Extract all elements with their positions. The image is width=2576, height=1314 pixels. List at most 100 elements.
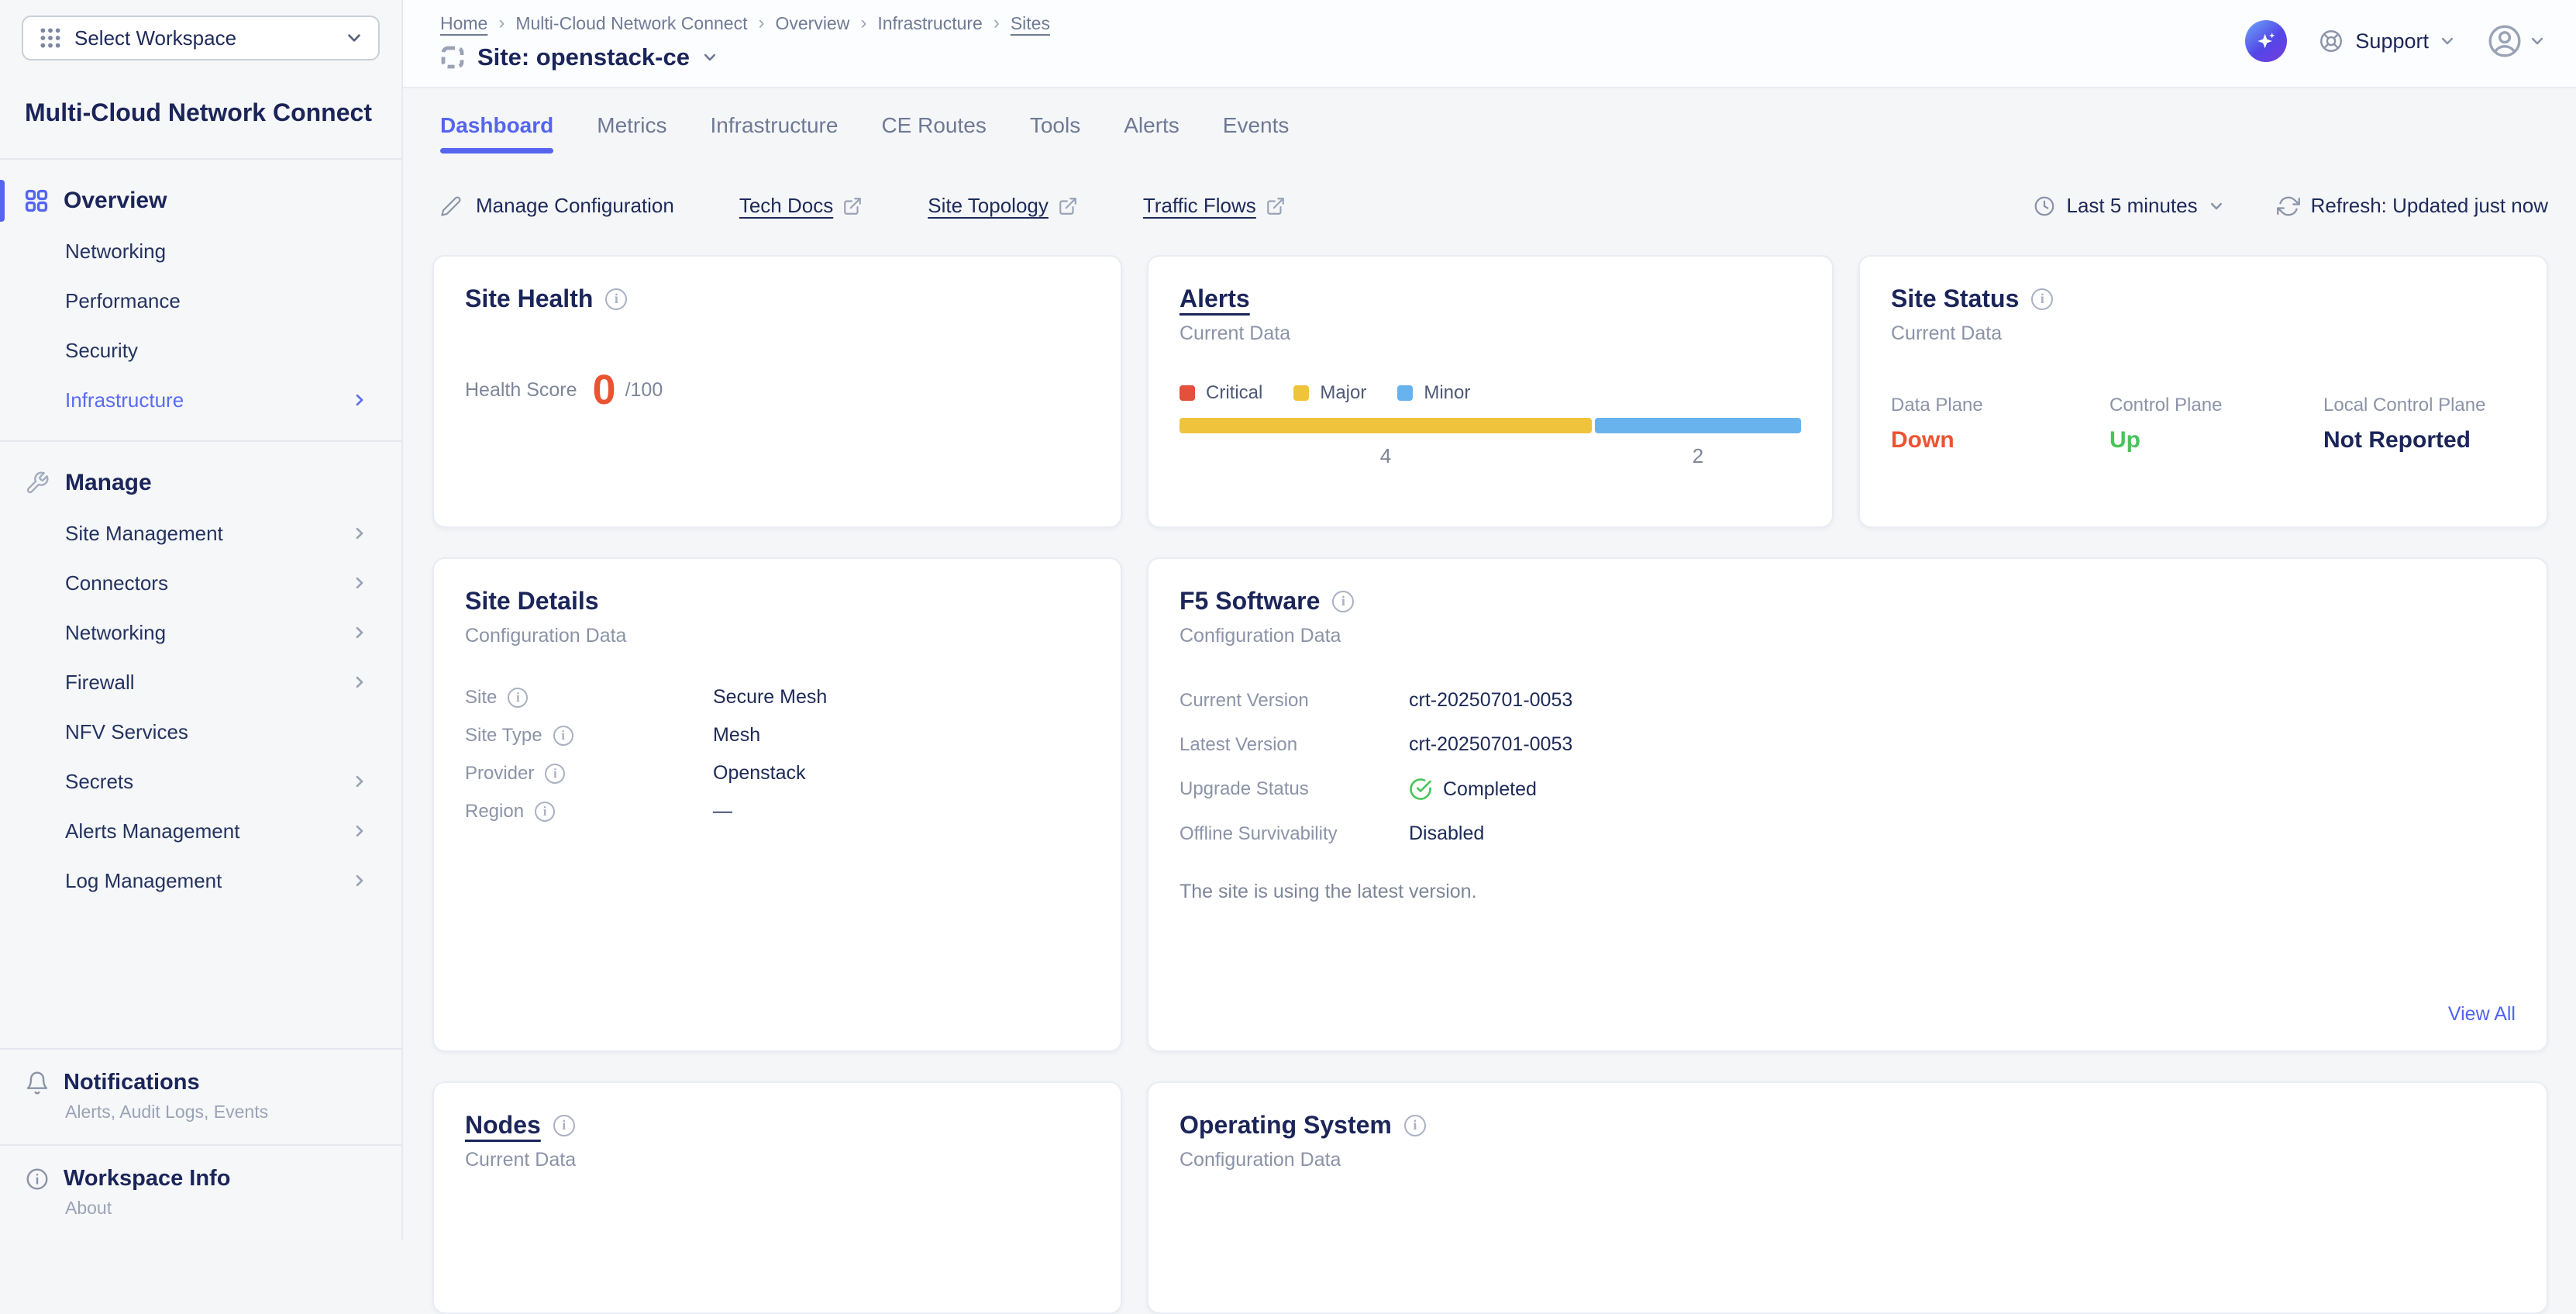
- legend-critical-swatch: [1180, 385, 1195, 401]
- sidebar-notifications[interactable]: Notifications Alerts, Audit Logs, Events: [0, 1050, 401, 1144]
- tab-events[interactable]: Events: [1223, 113, 1290, 153]
- ai-assistant-button[interactable]: [2245, 20, 2287, 62]
- manage-configuration-button[interactable]: Manage Configuration: [440, 194, 674, 218]
- support-menu[interactable]: Support: [2318, 28, 2455, 54]
- refresh-icon: [2277, 195, 2300, 218]
- sidebar-item-alerts-management[interactable]: Alerts Management: [0, 806, 401, 856]
- time-range-label: Last 5 minutes: [2067, 194, 2198, 218]
- nodes-card: Nodes i Current Data: [432, 1081, 1122, 1314]
- chevron-right-icon: [352, 823, 367, 839]
- sidebar-item-security[interactable]: Security: [0, 326, 401, 375]
- alerts-subtitle: Current Data: [1180, 322, 1801, 345]
- site-health-title: Site Health: [465, 285, 593, 313]
- f5-software-rows: Current Version crt-20250701-0053 Latest…: [1180, 678, 2516, 856]
- health-score-value: 0: [593, 369, 616, 411]
- chevron-down-icon[interactable]: [702, 50, 718, 65]
- bar-segment-minor[interactable]: [1595, 418, 1801, 433]
- breadcrumb-separator: ›: [758, 12, 764, 34]
- account-menu[interactable]: [2486, 22, 2545, 60]
- breadcrumb-item[interactable]: Infrastructure: [877, 13, 983, 34]
- alerts-title-link[interactable]: Alerts: [1180, 285, 1250, 313]
- sidebar-item-infrastructure[interactable]: Infrastructure: [0, 375, 401, 425]
- sidebar-item-networking-manage[interactable]: Networking: [0, 608, 401, 657]
- software-label: Latest Version: [1180, 734, 1297, 756]
- workspace-selector[interactable]: Select Workspace: [22, 16, 380, 60]
- sidebar-section-overview[interactable]: Overview: [0, 175, 401, 226]
- info-icon[interactable]: i: [1332, 591, 1354, 612]
- traffic-flows-link[interactable]: Traffic Flows: [1143, 194, 1286, 218]
- page-header: Home › Multi-Cloud Network Connect › Ove…: [403, 0, 2576, 88]
- sidebar-item-nfv-services[interactable]: NFV Services: [0, 707, 401, 757]
- nodes-title-link[interactable]: Nodes: [465, 1111, 541, 1140]
- manage-configuration-label: Manage Configuration: [476, 194, 674, 218]
- tab-dashboard[interactable]: Dashboard: [440, 113, 553, 153]
- info-icon[interactable]: i: [553, 1115, 575, 1136]
- app-root: Select Workspace Multi-Cloud Network Con…: [0, 0, 2576, 1240]
- workspace-title: Multi-Cloud Network Connect: [25, 91, 377, 133]
- sidebar-divider: [0, 440, 401, 442]
- chevron-right-icon: [352, 873, 367, 888]
- sidebar-item-networking[interactable]: Networking: [0, 226, 401, 276]
- legend-major: Major: [1293, 382, 1366, 404]
- chevron-down-icon: [2209, 198, 2224, 214]
- info-icon[interactable]: i: [535, 802, 555, 822]
- nav-item-label: Connectors: [65, 569, 168, 597]
- sidebar-item-connectors[interactable]: Connectors: [0, 558, 401, 608]
- sidebar-section-manage[interactable]: Manage: [0, 457, 401, 509]
- site-topology-link[interactable]: Site Topology: [928, 194, 1078, 218]
- site-details-rows: Sitei Secure Mesh Site Typei Mesh Provid…: [465, 678, 1090, 830]
- site-status-subtitle: Current Data: [1891, 322, 2516, 345]
- status-value: Up: [2109, 427, 2323, 454]
- info-icon[interactable]: i: [508, 688, 528, 708]
- breadcrumb-item[interactable]: Multi-Cloud Network Connect: [515, 13, 747, 34]
- external-link-icon: [1058, 196, 1078, 216]
- bar-segment-major[interactable]: [1180, 418, 1592, 433]
- sidebar-item-site-management[interactable]: Site Management: [0, 509, 401, 558]
- minor-count: 2: [1595, 444, 1801, 468]
- breadcrumb-separator: ›: [860, 12, 866, 34]
- info-icon[interactable]: i: [605, 288, 627, 310]
- site-status-card: Site Status i Current Data Data Plane Do…: [1858, 255, 2548, 528]
- tab-tools[interactable]: Tools: [1030, 113, 1080, 153]
- time-range-selector[interactable]: Last 5 minutes: [2033, 194, 2224, 218]
- sidebar-item-firewall[interactable]: Firewall: [0, 657, 401, 707]
- breadcrumb-sites[interactable]: Sites: [1011, 13, 1050, 34]
- nav-item-label: NFV Services: [65, 718, 188, 746]
- sidebar-item-performance[interactable]: Performance: [0, 276, 401, 326]
- overview-grid-icon: [25, 189, 48, 212]
- site-details-title: Site Details: [465, 587, 599, 616]
- chevron-down-icon: [346, 29, 363, 47]
- workspace-info-sublabel: About: [65, 1198, 377, 1219]
- sidebar-item-secrets[interactable]: Secrets: [0, 757, 401, 806]
- info-icon[interactable]: i: [1404, 1115, 1426, 1136]
- main-content: Home › Multi-Cloud Network Connect › Ove…: [403, 0, 2576, 1240]
- notifications-label: Notifications: [64, 1070, 200, 1095]
- breadcrumb-home[interactable]: Home: [440, 13, 487, 34]
- section-label: Overview: [64, 188, 167, 214]
- sidebar-item-log-management[interactable]: Log Management: [0, 856, 401, 905]
- status-value: Down: [1891, 427, 2109, 454]
- traffic-flows-label: Traffic Flows: [1143, 194, 1256, 218]
- nav-item-label: Alerts Management: [65, 817, 239, 845]
- view-all-link[interactable]: View All: [2448, 1003, 2516, 1026]
- sidebar-workspace-info[interactable]: Workspace Info About: [0, 1146, 401, 1240]
- tab-infrastructure[interactable]: Infrastructure: [710, 113, 838, 153]
- tab-alerts[interactable]: Alerts: [1124, 113, 1180, 153]
- external-link-icon: [1266, 196, 1286, 216]
- detail-value: Secure Mesh: [713, 686, 1090, 709]
- info-icon[interactable]: i: [2031, 288, 2053, 310]
- f5-software-card: F5 Software i Configuration Data Current…: [1147, 557, 2548, 1052]
- detail-row-region: Regioni —: [465, 792, 1090, 830]
- tab-ce-routes[interactable]: CE Routes: [881, 113, 986, 153]
- status-label: Local Control Plane: [2323, 395, 2516, 416]
- alerts-stacked-bar[interactable]: [1180, 418, 1801, 433]
- site-status-title: Site Status: [1891, 285, 2019, 313]
- breadcrumb-item[interactable]: Overview: [775, 13, 849, 34]
- support-label: Support: [2355, 29, 2429, 53]
- tech-docs-link[interactable]: Tech Docs: [739, 194, 863, 218]
- info-icon[interactable]: i: [545, 764, 565, 784]
- bell-icon: [25, 1071, 50, 1095]
- info-icon[interactable]: i: [553, 726, 573, 746]
- refresh-button[interactable]: Refresh: Updated just now: [2277, 194, 2548, 218]
- tab-metrics[interactable]: Metrics: [597, 113, 666, 153]
